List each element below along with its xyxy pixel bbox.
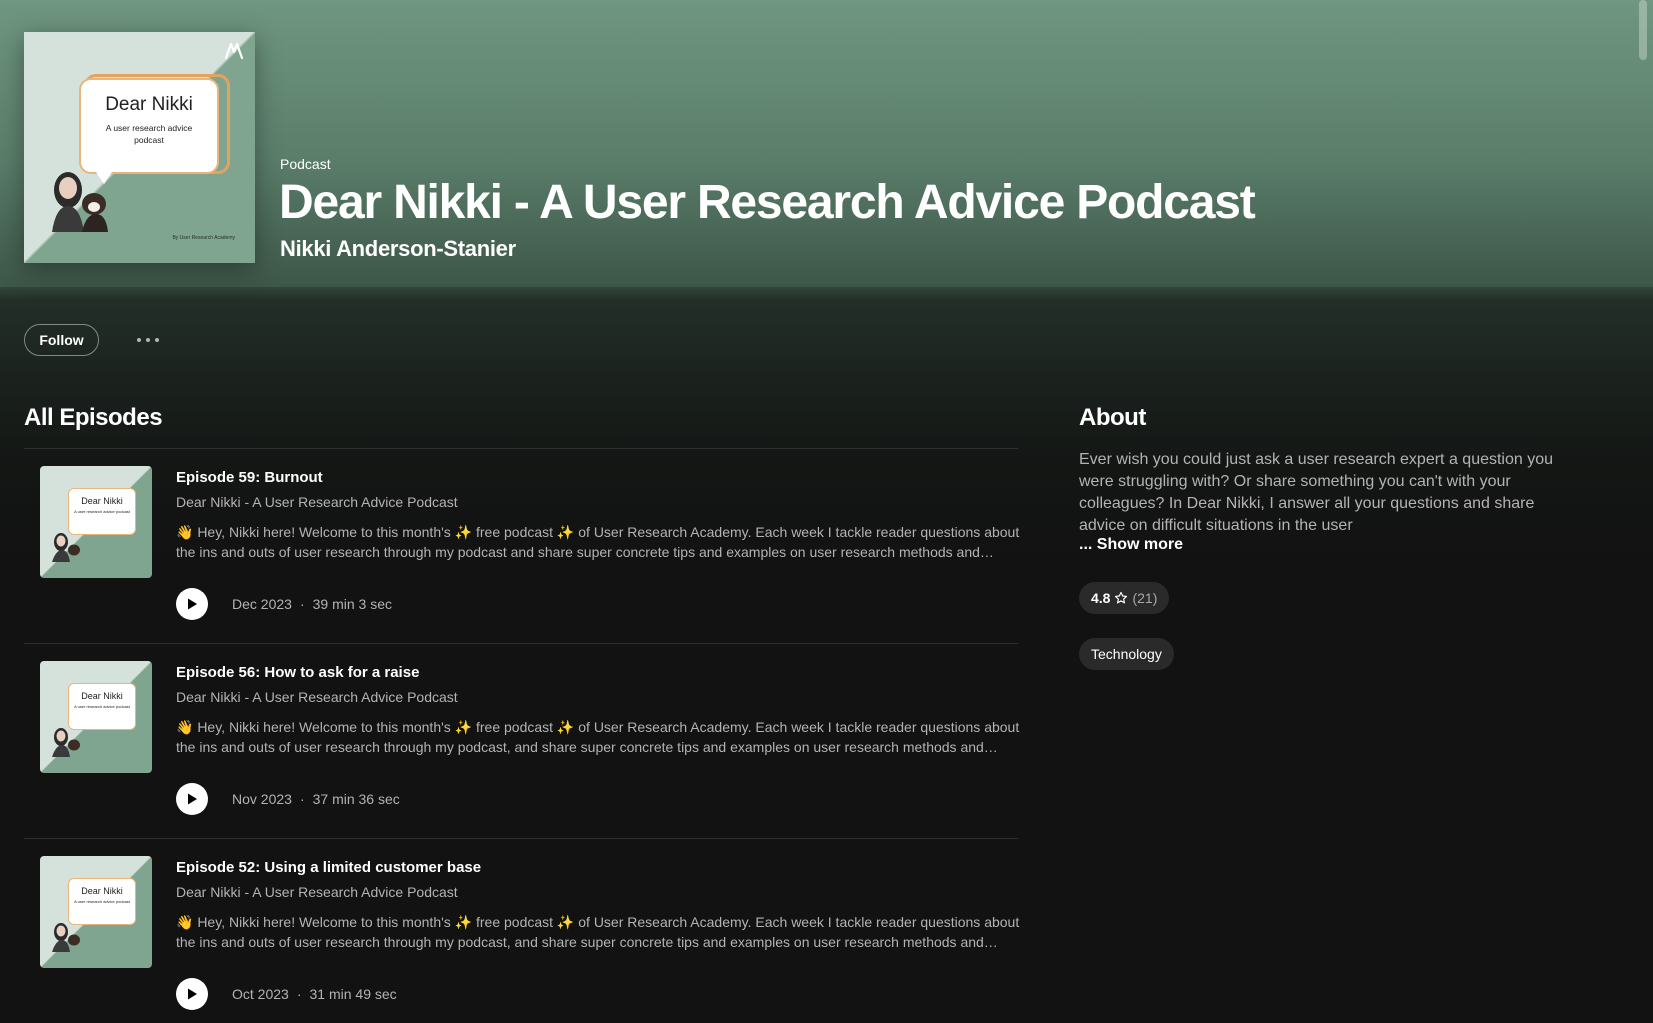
thumbnail-title: Dear Nikki [81,886,123,896]
episode-thumbnail: Dear Nikki A user research advice podcas… [40,661,152,773]
content-type-label: Podcast [280,156,331,172]
episode-meta: Nov 2023 · 37 min 36 sec [232,791,400,807]
play-icon [188,598,197,610]
podcast-cover-art: Dear Nikki A user research advice podcas… [24,32,255,263]
episode-show-name[interactable]: Dear Nikki - A User Research Advice Podc… [176,689,458,705]
episode-row[interactable]: Dear Nikki A user research advice podcas… [24,643,1019,838]
episode-row[interactable]: Dear Nikki A user research advice podcas… [24,448,1019,643]
play-button[interactable] [176,588,208,620]
rating-count: (21) [1132,590,1158,606]
episode-show-name[interactable]: Dear Nikki - A User Research Advice Podc… [176,884,458,900]
meta-separator: · [299,596,305,612]
host-photo-icon [52,728,80,757]
episode-description: 👋 Hey, Nikki here! Welcome to this month… [176,524,1020,560]
episode-meta: Oct 2023 · 31 min 49 sec [232,986,397,1002]
page-title: Dear Nikki - A User Research Advice Podc… [279,176,1256,229]
episode-description: 👋 Hey, Nikki here! Welcome to this month… [176,914,1020,950]
more-options-button[interactable] [128,330,168,350]
thumbnail-title: Dear Nikki [81,496,123,506]
podcast-page: Dear Nikki A user research advice podcas… [0,0,1653,1023]
thumbnail-subtitle: A user research advice podcast [74,704,130,709]
show-more-button[interactable]: ... Show more [1079,536,1183,554]
play-button[interactable] [176,978,208,1010]
thumbnail-title: Dear Nikki [81,691,123,701]
about-description: Ever wish you could just ask a user rese… [1079,451,1554,534]
rating-value: 4.8 [1091,590,1111,606]
episode-date: Nov 2023 [232,791,292,807]
episode-meta: Dec 2023 · 39 min 3 sec [232,596,392,612]
host-photo-icon [52,172,108,232]
all-episodes-heading: All Episodes [24,404,163,431]
episode-title[interactable]: Episode 59: Burnout [176,469,323,486]
play-button[interactable] [176,783,208,815]
about-heading: About [1079,404,1146,431]
more-horizontal-icon [146,338,150,342]
more-horizontal-icon [137,338,141,342]
episode-duration: 37 min 36 sec [312,791,400,807]
episode-duration: 31 min 49 sec [309,986,397,1002]
cover-byline: By User Research Academy [172,235,235,241]
episode-thumbnail: Dear Nikki A user research advice podcas… [40,466,152,578]
episode-show-name[interactable]: Dear Nikki - A User Research Advice Podc… [176,494,458,510]
meta-separator: · [299,791,305,807]
episode-date: Dec 2023 [232,596,292,612]
episode-thumbnail: Dear Nikki A user research advice podcas… [40,856,152,968]
cover-subtitle: A user research advice podcast [105,123,193,145]
category-tag[interactable]: Technology [1079,638,1174,670]
show-author-link[interactable]: Nikki Anderson-Stanier [280,236,516,262]
host-photo-icon [52,923,80,952]
episode-date: Oct 2023 [232,986,289,1002]
cover-title: Dear Nikki [105,94,193,115]
play-icon [188,793,197,805]
episode-row[interactable]: Dear Nikki A user research advice podcas… [24,838,1019,1023]
play-icon [188,988,197,1000]
episode-duration: 39 min 3 sec [312,596,392,612]
thumbnail-subtitle: A user research advice podcast [74,899,130,904]
star-icon [1115,591,1128,604]
more-horizontal-icon [155,338,159,342]
episode-title[interactable]: Episode 56: How to ask for a raise [176,664,419,681]
episode-title[interactable]: Episode 52: Using a limited customer bas… [176,859,481,876]
anchor-logo-icon [224,42,244,60]
host-photo-icon [52,533,80,562]
rating-button[interactable]: 4.8 (21) [1079,582,1170,614]
episode-description: 👋 Hey, Nikki here! Welcome to this month… [176,719,1020,755]
episode-list: Dear Nikki A user research advice podcas… [24,448,1019,1023]
thumbnail-subtitle: A user research advice podcast [74,509,130,514]
meta-separator: · [296,986,302,1002]
page-scrollbar[interactable] [1639,0,1647,60]
follow-button[interactable]: Follow [24,324,99,356]
